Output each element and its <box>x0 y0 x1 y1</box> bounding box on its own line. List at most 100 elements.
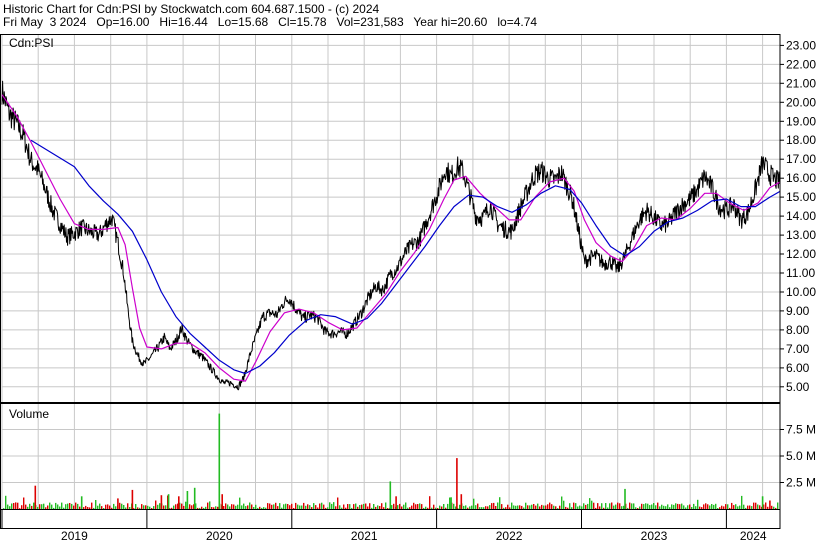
volume-bar <box>291 503 293 509</box>
volume-bar <box>577 506 579 509</box>
price-panel-label: Cdn:PSI <box>9 36 54 50</box>
volume-bar <box>417 504 419 509</box>
volume-bar <box>319 503 321 509</box>
volume-spike <box>389 481 392 509</box>
volume-bar <box>413 502 415 509</box>
volume-bar <box>283 504 285 509</box>
volume-bar <box>381 503 383 509</box>
volume-bar <box>489 505 491 509</box>
volume-bar <box>163 505 165 509</box>
volume-spike <box>456 458 458 509</box>
volume-bar <box>737 506 739 509</box>
volume-bar <box>391 505 393 509</box>
volume-bar <box>99 503 101 509</box>
volume-bar <box>471 505 473 509</box>
volume-bar <box>607 507 609 509</box>
volume-bar <box>723 506 725 509</box>
y-tick-label: 8.00 <box>786 323 810 337</box>
y-tick-label: 16.00 <box>786 171 816 185</box>
volume-bar <box>157 504 159 509</box>
volume-bar <box>217 506 219 509</box>
frame <box>0 34 781 529</box>
volume-bar <box>235 505 237 509</box>
volume-bar <box>259 506 261 509</box>
volume-bar <box>309 505 311 509</box>
volume-bar <box>13 503 15 509</box>
volume-bar <box>215 506 217 509</box>
volume-bar <box>207 502 209 509</box>
volume-bar <box>73 505 75 509</box>
volume-bar <box>241 505 243 509</box>
volume-bar <box>275 502 277 509</box>
volume-bar <box>485 506 487 509</box>
volume-bar <box>411 505 413 509</box>
volume-bar <box>759 505 761 509</box>
volume-bar <box>757 504 759 509</box>
volume-bar <box>463 505 465 509</box>
header-quote: Fri May 3 2024 Op=16.00 Hi=16.44 Lo=15.6… <box>3 15 537 29</box>
volume-bar <box>525 502 527 509</box>
volume-bar <box>527 505 529 509</box>
volume-bar <box>727 504 729 509</box>
volume-bar <box>37 506 39 509</box>
volume-bar <box>135 504 137 509</box>
volume-bar <box>409 507 411 509</box>
volume-bar <box>529 505 531 509</box>
volume-bar <box>25 504 27 509</box>
volume-spike <box>160 495 163 509</box>
volume-bar <box>27 506 29 509</box>
volume-bar <box>623 505 625 509</box>
y-tick-label: 5.00 <box>786 380 810 394</box>
volume-bar <box>129 507 131 509</box>
volume-bar <box>297 504 299 509</box>
volume-bar <box>581 506 583 509</box>
volume-bar <box>65 504 67 509</box>
volume-bar <box>311 507 313 509</box>
volume-bar <box>531 504 533 509</box>
volume-bar <box>663 505 665 509</box>
volume-bar <box>233 504 235 509</box>
volume-bar <box>541 504 543 509</box>
volume-bar <box>333 502 335 509</box>
y-tick-label: 11.00 <box>786 266 815 280</box>
volume-bar <box>693 503 695 509</box>
volume-bar <box>21 505 23 509</box>
volume-bar <box>209 501 211 509</box>
volume-bar <box>629 502 631 509</box>
volume-bar <box>257 507 259 509</box>
volume-bar <box>535 505 537 509</box>
volume-bar <box>197 507 199 509</box>
volume-bar <box>373 504 375 509</box>
volume-bar <box>739 505 741 509</box>
header-title: Historic Chart for Cdn:PSI by Stockwatch… <box>3 2 379 16</box>
volume-bar <box>43 503 45 509</box>
volume-bar <box>483 507 485 509</box>
volume-bar <box>641 503 643 509</box>
volume-bar <box>691 507 693 509</box>
volume-bar <box>613 505 615 509</box>
volume-bar <box>11 503 13 509</box>
volume-bar <box>271 504 273 509</box>
volume-bar <box>75 502 77 509</box>
volume-bar <box>709 505 711 509</box>
volume-bar <box>465 505 467 509</box>
y-tick-label: 19.00 <box>786 114 816 128</box>
volume-bar <box>545 505 547 509</box>
volume-tick-label: 2.5 M <box>786 476 816 490</box>
volume-bar <box>245 506 247 509</box>
volume-bar <box>477 503 479 509</box>
y-tick-label: 17.00 <box>786 152 816 166</box>
volume-bar <box>415 504 417 509</box>
volume-spike <box>80 496 83 509</box>
volume-bar <box>533 504 535 509</box>
volume-bar <box>701 507 703 509</box>
volume-bar <box>367 506 369 509</box>
volume-bar <box>605 503 607 509</box>
y-tick-label: 18.00 <box>786 133 816 147</box>
volume-spike <box>460 494 463 509</box>
volume-bar <box>23 497 25 509</box>
volume-bar <box>443 504 445 509</box>
volume-bar <box>63 507 65 509</box>
volume-bar <box>279 503 281 509</box>
volume-bar <box>729 507 731 509</box>
